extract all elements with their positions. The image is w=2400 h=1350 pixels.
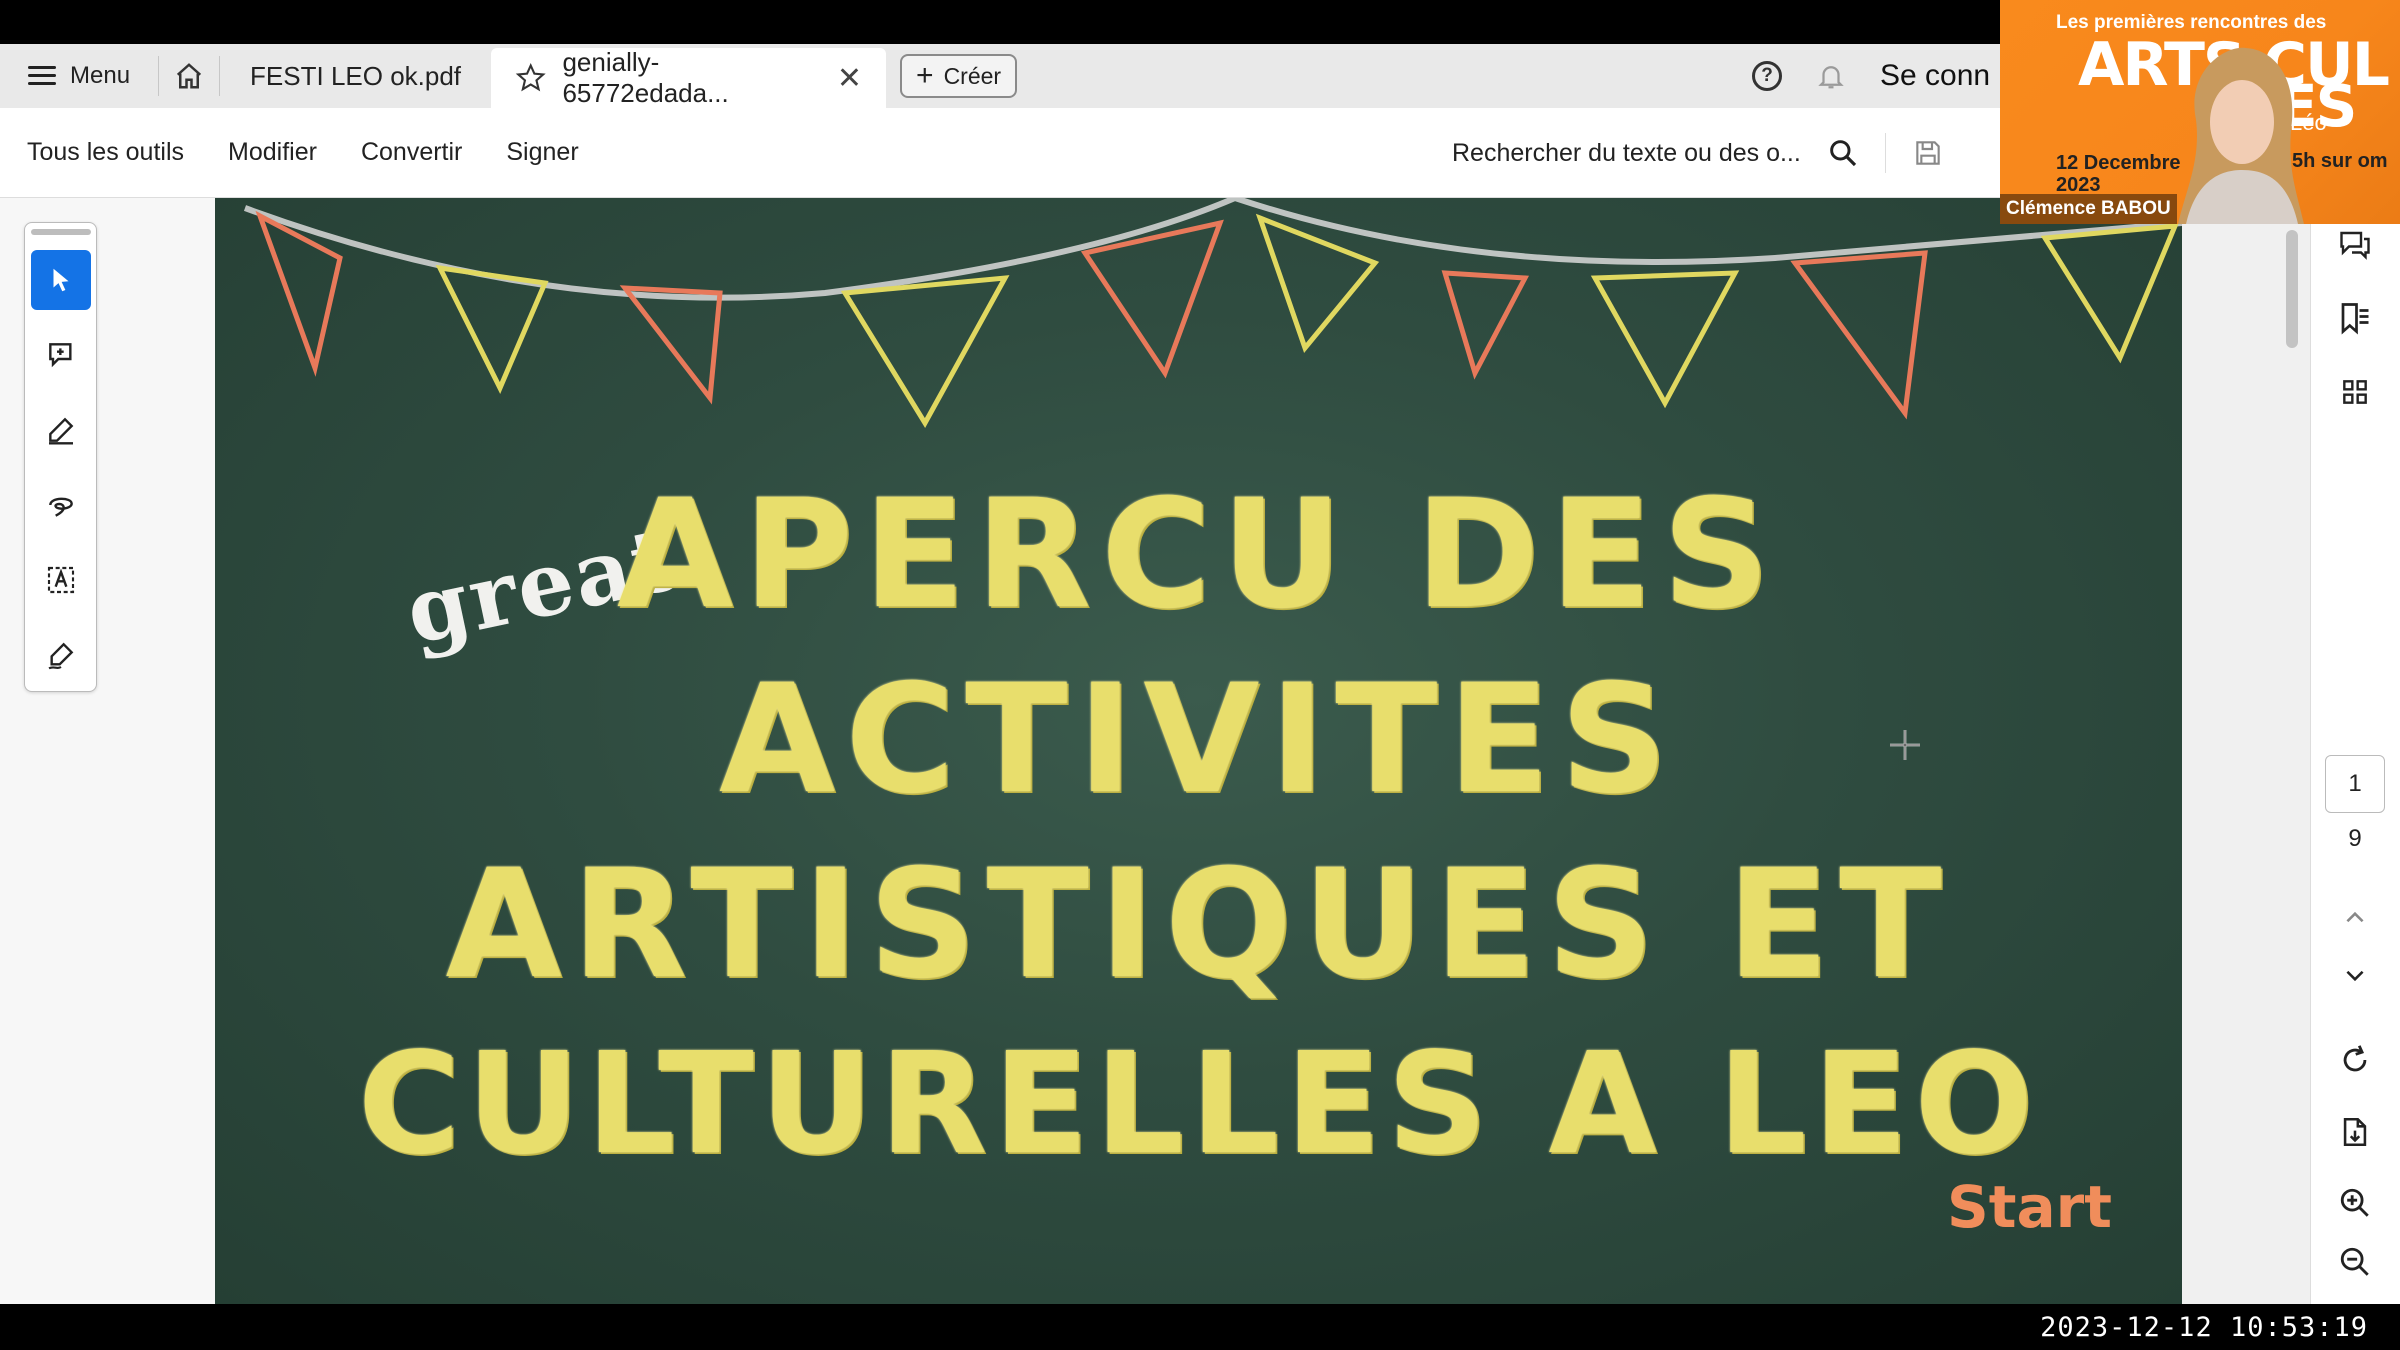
- grid-icon: [2343, 380, 2367, 404]
- text-box-icon: [47, 566, 75, 594]
- menu-label: Menu: [70, 62, 131, 89]
- drag-handle[interactable]: [31, 229, 91, 235]
- search-input[interactable]: Rechercher du texte ou des o...: [1452, 139, 1801, 168]
- create-button[interactable]: + Créer: [900, 54, 1018, 98]
- signin-link[interactable]: Se conn: [1880, 59, 2000, 93]
- webcam-date-right: 5h sur om: [2292, 150, 2388, 172]
- tab-label: genially-65772edada...: [562, 47, 729, 108]
- next-page-button[interactable]: [2335, 955, 2375, 995]
- cursor-arrow-icon: [53, 268, 69, 292]
- home-button[interactable]: [159, 44, 219, 108]
- bell-icon[interactable]: [1816, 60, 1846, 92]
- participant-video: [2178, 47, 2304, 224]
- save-icon[interactable]: [1912, 137, 1944, 169]
- chevron-down-icon: [2346, 970, 2364, 982]
- crosshair-cursor-icon: [1890, 730, 1920, 760]
- comments-button[interactable]: [2335, 225, 2375, 265]
- chevron-up-icon: [2346, 911, 2364, 923]
- zoom-out-button[interactable]: [2335, 1242, 2375, 1282]
- sign-tool[interactable]: [31, 625, 91, 685]
- title-line-3: ARTISTIQUES ET: [445, 838, 1952, 1012]
- rotate-icon: [2343, 1045, 2367, 1072]
- search-area: Rechercher du texte ou des o...: [1452, 108, 1944, 198]
- webcam-date: 12 Decembre 2023: [2056, 152, 2181, 196]
- vertical-scrollbar[interactable]: [2286, 230, 2298, 348]
- add-comment-tool[interactable]: [31, 325, 91, 385]
- highlight-tool[interactable]: [31, 400, 91, 460]
- bookmarks-button[interactable]: [2335, 298, 2375, 338]
- webcam-overlay: Les premières rencontres des ARTS CUL ES…: [2000, 0, 2400, 224]
- convert-menu[interactable]: Convertir: [361, 138, 462, 167]
- current-page-input[interactable]: 1: [2325, 755, 2385, 813]
- tab-label: FESTI LEO ok.pdf: [250, 60, 462, 91]
- hamburger-icon: [28, 66, 56, 86]
- zoom-in-button[interactable]: [2335, 1183, 2375, 1223]
- edit-menu[interactable]: Modifier: [228, 138, 317, 167]
- recording-timestamp: 2023-12-12 10:53:19: [2040, 1311, 2368, 1343]
- tab-bar: Menu FESTI LEO ok.pdf genially-65772edad…: [0, 44, 2000, 108]
- help-icon[interactable]: ?: [1752, 61, 1782, 91]
- star-icon[interactable]: [515, 62, 546, 94]
- presentation-slide: great APERCU DES ACTIVITES ARTISTIQUES E…: [215, 198, 2182, 1304]
- all-tools-menu[interactable]: Tous les outils: [27, 138, 184, 167]
- title-line-1: APERCU DES: [616, 468, 1781, 642]
- text-select-tool[interactable]: [31, 550, 91, 610]
- start-button[interactable]: Start: [1947, 1173, 2112, 1241]
- tab-genially[interactable]: genially-65772edada... ✕: [491, 47, 887, 108]
- sign-menu[interactable]: Signer: [506, 138, 578, 167]
- participant-name: Clémence BABOU: [2000, 194, 2177, 224]
- previous-page-button[interactable]: [2335, 898, 2375, 938]
- document-export-icon: [2343, 1117, 2367, 1147]
- zoom-out-icon: [2340, 1247, 2369, 1276]
- tabbar-right: ? Se conn: [1752, 59, 2000, 93]
- signature-pen-icon: [48, 642, 74, 670]
- bookmark-icon: [2341, 303, 2369, 335]
- pen-icon: [49, 417, 74, 445]
- total-pages: 9: [2348, 825, 2362, 852]
- draw-tool[interactable]: [31, 475, 91, 535]
- thumbnails-button[interactable]: [2335, 372, 2375, 412]
- zoom-in-icon: [2340, 1188, 2369, 1217]
- divider: [1884, 133, 1886, 173]
- bunting-decoration: [243, 198, 2182, 428]
- title-line-4: CULTURELLES A LEO: [357, 1023, 2040, 1186]
- export-page-button[interactable]: [2335, 1112, 2375, 1152]
- menu-button[interactable]: Menu: [0, 44, 158, 108]
- lasso-icon: [49, 497, 73, 517]
- comment-icon: [2340, 231, 2370, 260]
- quick-tools-panel: [24, 222, 97, 692]
- create-label: Créer: [943, 62, 1002, 89]
- title-line-2: ACTIVITES: [718, 653, 1679, 827]
- tab-festi-leo[interactable]: FESTI LEO ok.pdf: [220, 44, 491, 108]
- close-icon[interactable]: ✕: [837, 61, 862, 96]
- plus-icon: +: [916, 59, 934, 92]
- search-icon[interactable]: [1827, 137, 1859, 169]
- select-tool[interactable]: [31, 250, 91, 310]
- home-icon: [176, 63, 202, 89]
- rotate-button[interactable]: [2335, 1040, 2375, 1080]
- comment-plus-icon: [49, 343, 72, 368]
